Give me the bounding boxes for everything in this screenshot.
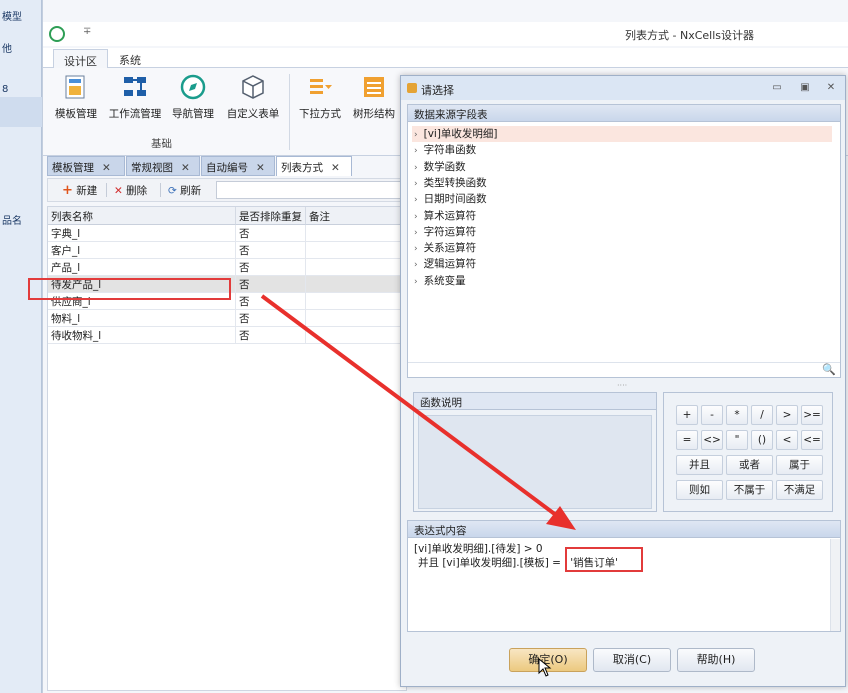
mouse-cursor-icon xyxy=(538,658,552,677)
annotation-arrow xyxy=(260,294,576,530)
